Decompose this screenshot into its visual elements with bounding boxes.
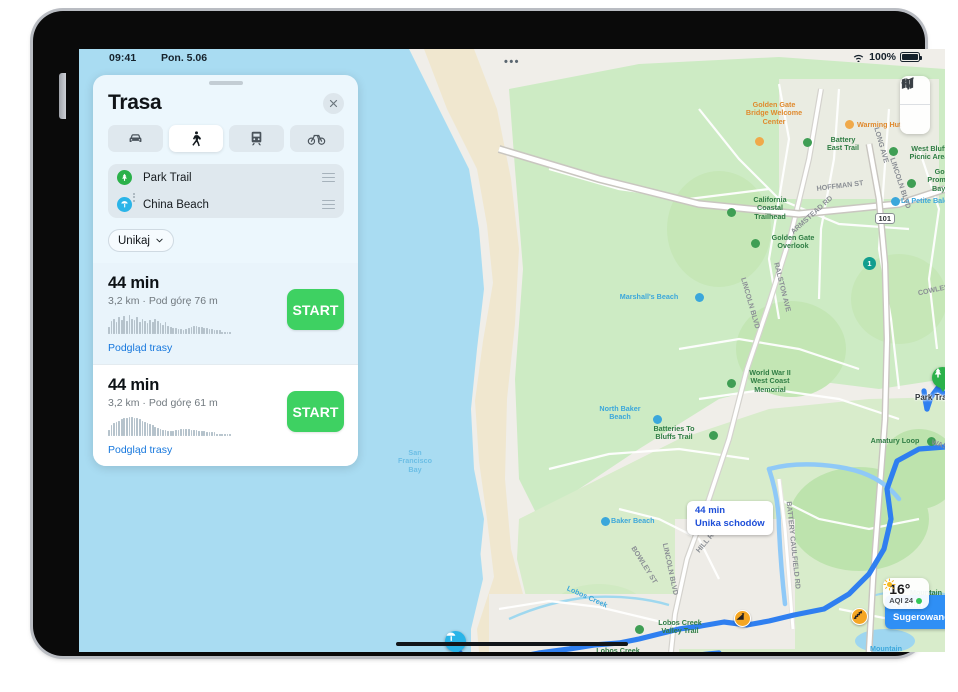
locate-me-button[interactable] [900,77,930,134]
device-side-button[interactable] [59,73,66,119]
stairs-warning-badge[interactable] [851,608,868,625]
battery-percent: 100% [869,51,896,63]
status-indicators: 100% [852,51,922,63]
location-arrow-icon [901,77,914,90]
tablet-device-frame: Golden Gate Bridge Welcome Center Warmin… [33,11,945,656]
poi-marker-icon [845,120,854,129]
waypoint-row-destination[interactable]: China Beach [117,191,335,218]
poi-marker-icon [755,137,764,146]
park-marker-icon [709,431,718,440]
panel-header: Trasa [93,85,358,115]
transport-mode-tabs[interactable] [93,115,358,152]
water-marker-icon [695,293,704,302]
park-marker-icon [803,138,812,147]
map-pin-label: Park Trail [915,393,945,402]
tablet-screen: Golden Gate Bridge Welcome Center Warmin… [79,49,945,652]
park-marker-icon [727,379,736,388]
battery-icon [900,52,922,62]
park-marker-icon [727,208,736,217]
park-marker-icon [635,625,644,634]
home-indicator[interactable] [396,641,628,646]
avoid-label: Unikaj [118,234,150,247]
route-callout-alternate[interactable]: 44 min Unika schodów [687,501,773,535]
destination-name: China Beach [143,198,209,211]
stairs-icon [853,610,862,619]
reorder-handle[interactable] [322,199,335,210]
train-icon [251,131,262,146]
status-date: Pon. 5.06 [161,52,208,64]
callout-time: 44 min [695,505,726,516]
tab-drive[interactable] [108,125,163,152]
sun-icon [883,578,896,591]
map-controls[interactable] [900,76,930,134]
close-button[interactable] [323,92,344,114]
umbrella-icon [121,201,128,208]
avoid-dropdown[interactable]: Unikaj [108,229,174,252]
callout-note: Unika schodów [695,517,765,529]
park-marker-icon [927,437,936,446]
start-route-button[interactable]: START [287,391,344,432]
water-marker-icon [653,415,662,424]
tree-icon [122,173,127,181]
water-marker-icon [601,517,610,526]
park-marker-icon [889,147,898,156]
chevron-down-icon [156,238,163,243]
page-title: Trasa [108,91,162,114]
steep-slope-warning-badge[interactable] [734,610,751,627]
water-marker-icon [891,197,900,206]
origin-name: Park Trail [143,171,192,184]
callout-note: Sugerowane [893,611,945,623]
wifi-icon [853,54,864,62]
car-icon [129,134,142,143]
weather-widget[interactable]: 16° AQI 24 [883,578,929,609]
waypoint-list[interactable]: Park Trail China Beach [108,164,344,218]
close-icon [329,99,338,107]
start-route-button[interactable]: START [287,289,344,330]
tree-icon [934,368,942,378]
route-card[interactable]: 44 min 3,2 km · Pod górę 61 m Podgląd tr… [93,364,358,466]
tab-walk[interactable] [168,125,223,152]
weather-aqi-label: AQI 24 [889,596,913,605]
waypoint-row-origin[interactable]: Park Trail [117,164,335,191]
steep-slope-icon [736,613,745,620]
route-card[interactable]: 44 min 3,2 km · Pod górę 76 m Podgląd tr… [93,263,358,364]
reorder-handle[interactable] [322,172,335,183]
route-panel[interactable]: Trasa Park Trail China Beach Unikaj 44 m… [93,75,358,466]
route-preview-link[interactable]: Podgląd trasy [108,444,344,456]
route-options-list[interactable]: 44 min 3,2 km · Pod górę 76 m Podgląd tr… [93,263,358,466]
tab-transit[interactable] [229,125,284,152]
bicycle-icon [308,134,326,145]
aqi-status-dot [916,597,922,604]
destination-umbrella-icon [117,197,132,212]
route-preview-link[interactable]: Podgląd trasy [108,342,344,354]
origin-tree-icon [117,170,132,185]
highway-shield-101: 101 [875,213,895,224]
status-time: 09:41 [109,52,137,64]
walking-icon [192,131,202,147]
park-marker-icon [907,179,916,188]
tab-cycle[interactable] [289,125,344,152]
park-marker-icon [751,239,760,248]
status-bar: 09:41 Pon. 5.06 ••• 100% [79,49,945,68]
route-shield-1: 1 [863,257,876,270]
avoid-row: Unikaj [93,218,358,252]
multitasking-dots[interactable]: ••• [504,56,520,68]
